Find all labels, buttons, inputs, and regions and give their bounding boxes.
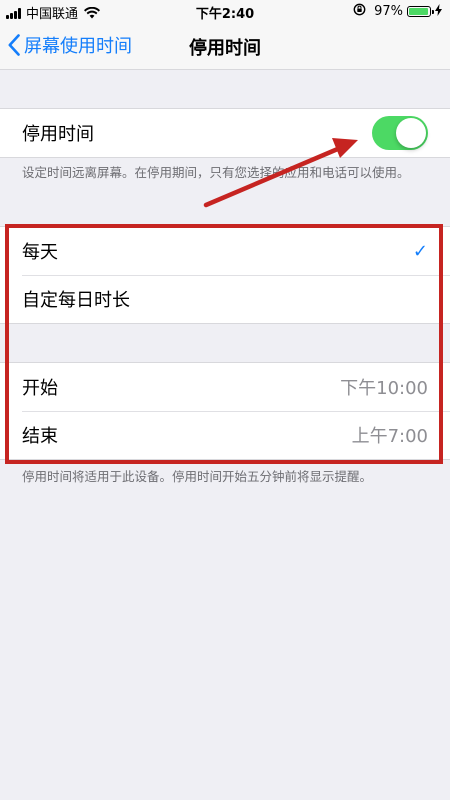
downtime-toggle-switch[interactable] — [372, 116, 428, 150]
status-bar: 中国联通 下午2:40 97% — [0, 0, 450, 22]
navigation-bar: 屏幕使用时间 停用时间 — [0, 22, 450, 70]
schedule-group: 每天 ✓ 自定每日时长 — [0, 226, 450, 324]
downtime-toggle-row: 停用时间 — [0, 109, 450, 157]
checkmark-icon: ✓ — [412, 240, 428, 262]
status-right: 97% — [353, 3, 442, 20]
rotation-lock-icon — [353, 3, 366, 20]
end-time-label: 结束 — [22, 426, 58, 447]
time-range-group: 开始 下午10:00 结束 上午7:00 — [0, 362, 450, 460]
schedule-option-label: 每天 — [22, 242, 58, 263]
page-title: 停用时间 — [189, 38, 261, 59]
end-time-value: 上午7:00 — [351, 426, 428, 447]
schedule-option-custom-days[interactable]: 自定每日时长 — [0, 275, 450, 323]
start-time-label: 开始 — [22, 378, 58, 399]
downtime-toggle-label: 停用时间 — [22, 124, 94, 145]
battery-percent: 97% — [374, 4, 403, 19]
screen: 中国联通 下午2:40 97% 屏幕使用时间 停用时间 停用时间 设定时间远离屏… — [0, 0, 450, 800]
time-range-footnote: 停用时间将适用于此设备。停用时间开始五分钟前将显示提醒。 — [22, 469, 373, 484]
start-time-row[interactable]: 开始 下午10:00 — [0, 363, 450, 411]
schedule-option-label: 自定每日时长 — [22, 290, 130, 311]
start-time-value: 下午10:00 — [340, 378, 428, 399]
battery-tip — [432, 10, 434, 14]
charging-icon — [435, 3, 442, 20]
schedule-option-every-day[interactable]: 每天 ✓ — [0, 227, 450, 275]
downtime-description: 设定时间远离屏幕。在停用期间，只有您选择的应用和电话可以使用。 — [22, 165, 410, 180]
downtime-toggle-group: 停用时间 — [0, 108, 450, 158]
battery-fill — [409, 8, 429, 15]
battery-icon — [407, 6, 434, 17]
toggle-knob — [396, 118, 426, 148]
end-time-row[interactable]: 结束 上午7:00 — [0, 411, 450, 459]
